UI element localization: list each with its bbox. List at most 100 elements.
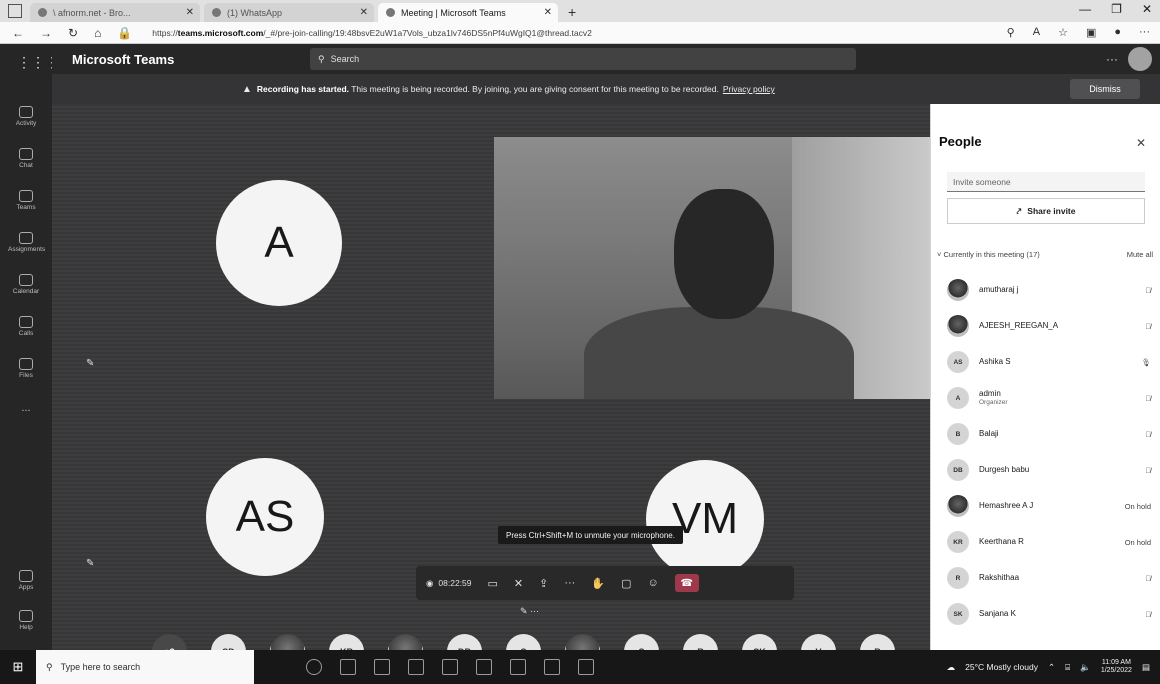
rail-teams[interactable]: Teams xyxy=(8,190,44,211)
forward-icon[interactable]: → xyxy=(40,26,52,40)
participant-row[interactable]: AS Ashika S 🎙 xyxy=(947,344,1157,380)
url-field[interactable]: https://teams.microsoft.com/_#/pre-join-… xyxy=(152,28,592,38)
close-tab-icon[interactable]: ✕ xyxy=(360,7,368,18)
app-icon[interactable] xyxy=(544,659,560,675)
dismiss-button[interactable]: Dismiss xyxy=(1070,79,1140,99)
refresh-icon[interactable]: ↻ xyxy=(68,26,78,40)
network-icon[interactable]: ⌸ xyxy=(1065,662,1070,673)
participant-row[interactable]: B Balaji 🎙̸ xyxy=(947,416,1157,452)
app-icon[interactable] xyxy=(578,659,594,675)
word-icon[interactable] xyxy=(408,659,424,675)
in-meeting-section-header[interactable]: ˅ Currently in this meeting (17) Mute al… xyxy=(937,250,1153,259)
participant-row[interactable]: Hemashree A J On hold xyxy=(947,488,1157,524)
rail-activity[interactable]: Activity xyxy=(8,106,44,127)
rail-more[interactable]: ... xyxy=(8,402,44,414)
share-screen-icon[interactable]: ⇪ xyxy=(539,577,548,590)
mini-controls[interactable]: ✎ ··· xyxy=(520,606,539,617)
url-prefix: https:// xyxy=(152,27,178,38)
participants-icon[interactable]: ☺ xyxy=(647,577,658,589)
chat-icon[interactable]: ▢ xyxy=(621,577,631,590)
new-tab-icon[interactable]: + xyxy=(568,4,576,20)
file-explorer-icon[interactable] xyxy=(374,659,390,675)
hang-up-button[interactable]: ☎ xyxy=(674,574,699,592)
participant-row[interactable]: KR Keerthana R On hold xyxy=(947,524,1157,560)
edge-icon[interactable] xyxy=(442,659,458,675)
rail-assignments[interactable]: Assignments xyxy=(8,232,45,253)
rail-label: Teams xyxy=(16,204,36,211)
rail-help[interactable]: Help xyxy=(8,610,44,631)
participant-tile-a[interactable]: A xyxy=(216,180,342,306)
section-label: Currently in this meeting (17) xyxy=(943,250,1040,259)
weather-text[interactable]: 25°C Mostly cloudy xyxy=(965,662,1038,672)
call-timer-value: 08:22:59 xyxy=(438,578,472,588)
volume-icon[interactable]: 🔈 xyxy=(1080,662,1091,673)
browser-menu-icon[interactable]: ··· xyxy=(1139,26,1150,39)
mic-permission-icon[interactable]: ⚲ xyxy=(1007,26,1015,39)
participant-avatar: SK xyxy=(947,603,969,625)
collections-icon[interactable]: ▣ xyxy=(1086,26,1096,39)
more-actions-icon[interactable]: ··· xyxy=(564,577,575,589)
rail-calendar[interactable]: Calendar xyxy=(8,274,44,295)
camera-off-icon[interactable]: ▭ xyxy=(488,577,498,590)
participant-row[interactable]: DB Durgesh babu 🎙̸ xyxy=(947,452,1157,488)
invite-input[interactable]: Invite someone xyxy=(947,172,1145,192)
participant-row[interactable]: AJEESH_REEGAN_A 🎙̸ xyxy=(947,308,1157,344)
mic-muted-icon[interactable]: ✕ xyxy=(514,577,523,590)
read-aloud-icon[interactable]: A xyxy=(1033,26,1040,39)
search-box[interactable]: ⚲ Search xyxy=(310,48,856,70)
store-icon[interactable] xyxy=(476,659,492,675)
participant-row[interactable]: amutharaj j 🎙̸ xyxy=(947,272,1157,308)
window-menu-icon[interactable] xyxy=(8,4,22,18)
more-options-icon[interactable]: ··· xyxy=(1106,52,1118,66)
participant-row[interactable]: R Rakshithaa 🎙̸ xyxy=(947,560,1157,596)
privacy-policy-link[interactable]: Privacy policy xyxy=(723,84,775,94)
search-icon: ⚲ xyxy=(318,53,325,64)
participant-row[interactable]: Aadmin Organizer 🎙̸ xyxy=(947,380,1157,416)
name-text: Ashika S xyxy=(979,356,1011,366)
maximize-icon[interactable]: ❐ xyxy=(1111,2,1122,16)
taskbar-search[interactable]: ⚲ Type here to search xyxy=(36,650,254,684)
clock[interactable]: 11:09 AM 1/25/2022 xyxy=(1101,659,1132,676)
minimize-icon[interactable]: — xyxy=(1079,2,1091,16)
search-icon: ⚲ xyxy=(46,661,53,672)
close-icon[interactable]: ✕ xyxy=(1136,136,1146,150)
profile-icon[interactable]: ● xyxy=(1114,26,1121,39)
rail-files[interactable]: Files xyxy=(8,358,44,379)
warning-icon: ▲ xyxy=(242,83,252,95)
participant-name: AJEESH_REEGAN_A xyxy=(979,320,1059,331)
start-windows-icon[interactable]: ⊞ xyxy=(0,650,36,684)
rail-chat[interactable]: Chat xyxy=(8,148,44,169)
close-tab-icon[interactable]: ✕ xyxy=(544,7,552,18)
close-tab-icon[interactable]: ✕ xyxy=(186,7,194,18)
participant-tile-as[interactable]: AS xyxy=(206,458,324,576)
participant-name: Keerthana R xyxy=(979,537,1024,547)
cortana-icon[interactable] xyxy=(306,659,322,675)
browser-tab-3[interactable]: Meeting | Microsoft Teams ✕ xyxy=(378,3,558,22)
task-view-icon[interactable] xyxy=(340,659,356,675)
participant-video[interactable] xyxy=(494,137,932,399)
browser-tab-2[interactable]: (1) WhatsApp ✕ xyxy=(204,3,374,22)
participant-avatar: R xyxy=(947,567,969,589)
back-icon[interactable]: ← xyxy=(12,26,24,40)
tray-chevron-icon[interactable]: ⌃ xyxy=(1048,662,1055,673)
name-text: AJEESH_REEGAN_A xyxy=(979,320,1059,330)
rail-calls[interactable]: Calls xyxy=(8,316,44,337)
participant-tile-vm[interactable]: VM xyxy=(646,460,764,578)
share-invite-button[interactable]: ⤤ Share invite xyxy=(947,198,1145,224)
mail-icon[interactable] xyxy=(510,659,526,675)
mic-off-icon: 🎙̸ xyxy=(1145,285,1151,295)
user-avatar[interactable] xyxy=(1128,47,1152,71)
recording-banner: ▲ Recording has started. This meeting is… xyxy=(52,74,1160,104)
file-icon xyxy=(19,358,33,370)
rail-apps[interactable]: Apps xyxy=(8,570,44,591)
mute-all-button[interactable]: Mute all xyxy=(1127,250,1153,259)
rail-label: Calls xyxy=(18,330,34,337)
home-icon[interactable]: ⌂ xyxy=(94,26,101,40)
favorite-star-icon[interactable]: ☆ xyxy=(1058,26,1068,39)
browser-tab-1[interactable]: \ afnorm.net - Bro... ✕ xyxy=(30,3,200,22)
participant-row[interactable]: SK Sanjana K 🎙̸ xyxy=(947,596,1157,632)
raise-hand-icon[interactable]: ✋ xyxy=(591,577,605,590)
phone-icon xyxy=(19,316,33,328)
close-window-icon[interactable]: ✕ xyxy=(1142,2,1152,16)
notifications-icon[interactable]: ▤ xyxy=(1142,662,1150,673)
